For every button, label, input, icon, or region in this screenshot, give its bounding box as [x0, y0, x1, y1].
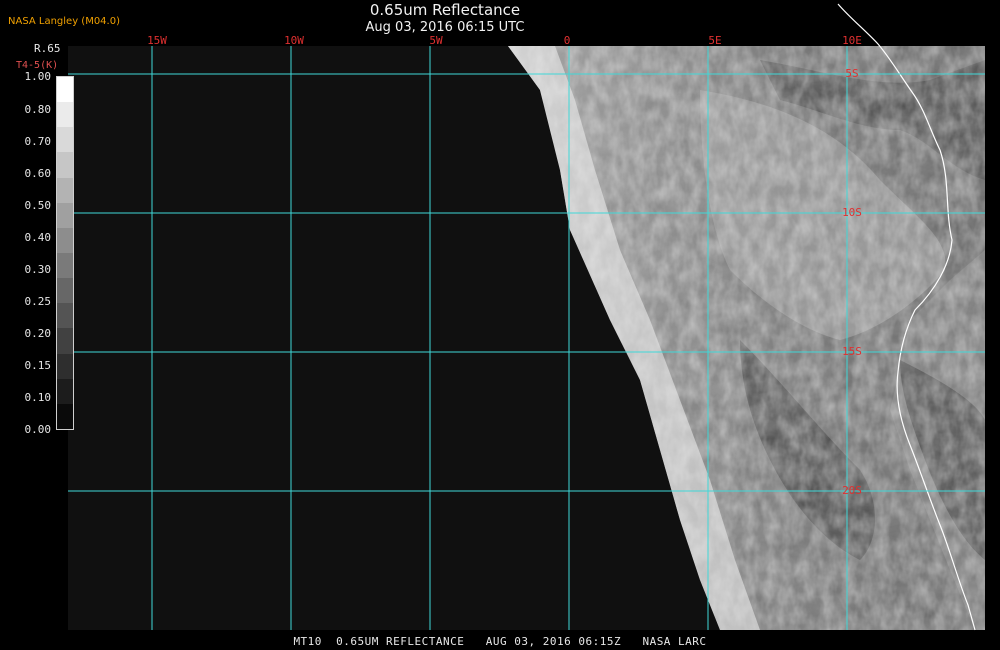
legend-color-bar — [56, 76, 74, 430]
legend-tick-label: 0.70 — [24, 135, 52, 148]
legend-color-step — [57, 202, 73, 228]
legend-tick-label: 0.60 — [24, 167, 52, 180]
legend-tick-label: 0.15 — [24, 359, 52, 372]
lon-label: 15W — [147, 34, 167, 47]
legend-color-step — [57, 77, 73, 103]
lat-label: 15S — [842, 345, 862, 358]
legend-tick-label: 0.25 — [24, 295, 52, 308]
lat-label: 5S — [845, 67, 858, 80]
legend-color-step — [57, 102, 73, 128]
legend-color-step — [57, 353, 73, 379]
map-datetime: Aug 03, 2016 06:15 UTC — [365, 20, 525, 35]
lat-label: 20S — [842, 484, 862, 497]
legend-color-step — [57, 152, 73, 178]
satellite-map: 15W 10W 5W 0 5E 10E 5S 10S 15S 20S — [68, 3, 985, 631]
lon-label: 0 — [564, 34, 571, 47]
legend-color-step — [57, 403, 73, 429]
legend-tick-label: 0.50 — [24, 199, 52, 212]
legend-color-step — [57, 378, 73, 404]
legend-tick-label: 0.00 — [24, 423, 52, 436]
legend-tick-label: 0.80 — [24, 103, 52, 116]
legend-tick-label: 1.00 — [24, 70, 52, 83]
legend-color-step — [57, 278, 73, 304]
legend-color-step — [57, 227, 73, 253]
legend-tick-label: 0.30 — [24, 263, 52, 276]
lon-label: 5E — [708, 34, 721, 47]
legend-tick-label: 0.10 — [24, 391, 52, 404]
legend-color-step — [57, 252, 73, 279]
lon-label: 5W — [429, 34, 443, 47]
lat-label: 10S — [842, 206, 862, 219]
footer-caption: MT10 0.65UM REFLECTANCE AUG 03, 2016 06:… — [293, 635, 707, 648]
map-title: 0.65um Reflectance — [369, 1, 521, 19]
legend-color-step — [57, 303, 73, 329]
legend-color-step — [57, 328, 73, 354]
source-label: NASA Langley (M04.0) — [8, 16, 120, 27]
legend-variable: R.65 — [34, 42, 61, 55]
lon-label: 10W — [284, 34, 304, 47]
legend-color-step — [57, 127, 73, 153]
legend-color-step — [57, 177, 73, 203]
lon-label: 10E — [842, 34, 862, 47]
legend-tick-label: 0.20 — [24, 327, 52, 340]
legend-tick-label: 0.40 — [24, 231, 52, 244]
lon-labels: 15W 10W 5W 0 5E 10E — [147, 34, 862, 47]
